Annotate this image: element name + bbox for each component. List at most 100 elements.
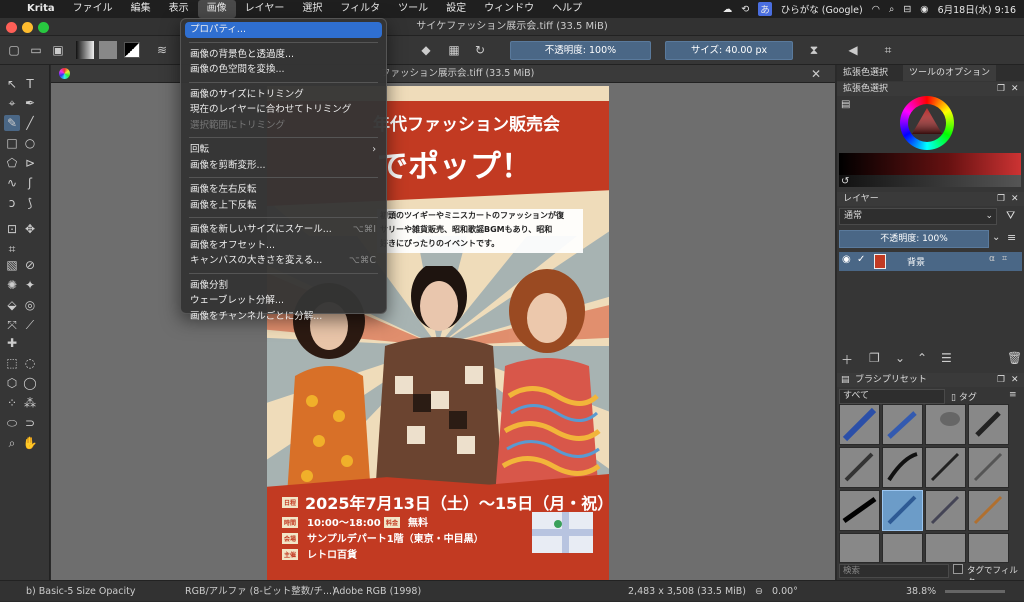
fg-bg-color-icon[interactable] <box>124 42 140 58</box>
gradient-selector[interactable] <box>76 41 94 59</box>
time-machine-icon[interactable]: ⟲ <box>741 4 749 15</box>
minimize-window-button[interactable] <box>22 22 33 33</box>
rectangle-tool-icon[interactable]: □ <box>4 135 20 151</box>
transform-tool-icon[interactable]: ⊡ <box>4 221 20 237</box>
open-folder-icon[interactable]: ▭ <box>28 42 44 58</box>
pattern-selector[interactable] <box>99 41 117 59</box>
brush-preset-1[interactable] <box>839 404 880 445</box>
close-window-button[interactable] <box>6 22 17 33</box>
calligraphy-icon[interactable]: ✒ <box>22 95 38 111</box>
brush-preset-10-selected[interactable] <box>882 490 923 531</box>
tag-filter-checkbox[interactable] <box>953 564 963 574</box>
image-menu-item[interactable]: ウェーブレット分解... <box>181 293 386 309</box>
ellipse-tool-icon[interactable]: ○ <box>22 135 38 151</box>
image-menu-item[interactable]: 回転 › <box>181 142 386 158</box>
move-up-icon[interactable]: ⌃ <box>917 351 927 365</box>
reference-image-icon[interactable]: ✚ <box>4 335 20 351</box>
alpha-lock-icon[interactable]: ▦ <box>446 42 462 58</box>
pan-tool-icon[interactable]: ✋ <box>22 435 38 451</box>
brush-preset-11[interactable] <box>925 490 966 531</box>
brush-preset-13[interactable] <box>839 533 880 563</box>
brush-tool-icon[interactable]: ✎ <box>4 115 20 131</box>
bezier-select-icon[interactable]: ⬭ <box>4 415 20 431</box>
dynamic-brush-icon[interactable]: ↄ <box>4 195 20 211</box>
gradient-tool-icon[interactable]: ▧ <box>4 257 20 273</box>
add-layer-icon[interactable]: ＋ <box>841 351 853 368</box>
float-docker-icon[interactable]: ❐ <box>997 82 1005 96</box>
image-menu-item[interactable]: 画像を上下反転 <box>181 198 386 214</box>
image-menu-item[interactable]: 画像をオフセット... <box>181 238 386 254</box>
menu-view[interactable]: 表示 <box>160 0 198 18</box>
menu-layer[interactable]: レイヤー <box>236 0 294 18</box>
menu-help[interactable]: ヘルプ <box>543 0 591 18</box>
image-menu-item[interactable]: 画像のサイズにトリミング <box>181 87 386 103</box>
creative-cloud-icon[interactable]: ☁ <box>723 4 733 15</box>
brush-preset-5[interactable] <box>839 447 880 488</box>
image-menu-item[interactable]: 画像を剪断変形... <box>181 158 386 174</box>
siri-icon[interactable]: ◉ <box>920 4 928 15</box>
freehand-path-icon[interactable]: ʃ <box>22 175 38 191</box>
tab-color-selector[interactable]: 拡張色選択 <box>843 65 888 81</box>
menu-krita[interactable]: Krita <box>18 0 64 18</box>
zoom-tool-icon[interactable]: ⌕ <box>4 435 20 451</box>
brush-preset-7[interactable] <box>925 447 966 488</box>
duplicate-layer-icon[interactable]: ❐ <box>869 351 880 365</box>
crop-tool-icon[interactable]: ⌗ <box>4 241 20 257</box>
brush-preset-12[interactable] <box>968 490 1009 531</box>
opacity-stepper-icon[interactable]: ⌄ <box>992 232 1000 243</box>
alpha-lock-layer-icon[interactable]: α <box>989 254 995 264</box>
image-menu-item[interactable]: 画像をチャンネルごとに分解... <box>181 309 386 325</box>
edit-shape-icon[interactable]: ⌖ <box>4 95 20 111</box>
color-settings-icon[interactable]: ▤ <box>841 99 850 110</box>
blend-mode-select[interactable]: 通常 ⌄ <box>839 208 997 225</box>
smart-patch-icon[interactable]: ✺ <box>4 277 20 293</box>
measure-tool-icon[interactable]: ⟋ <box>22 317 38 333</box>
polyline-tool-icon[interactable]: ⊳ <box>22 155 38 171</box>
image-menu-item[interactable]: キャンバスの大きさを変える... ⌥⌘C <box>181 253 386 269</box>
menu-file[interactable]: ファイル <box>64 0 122 18</box>
layer-menu-icon[interactable]: ≡ <box>1007 231 1016 244</box>
brush-preset-3[interactable] <box>925 404 966 445</box>
menu-select[interactable]: 選択 <box>293 0 331 18</box>
tab-tool-options[interactable]: ツールのオプション <box>903 65 997 81</box>
zoom-window-button[interactable] <box>38 22 49 33</box>
menu-image[interactable]: 画像 <box>197 0 236 18</box>
apple-icon[interactable] <box>0 0 18 18</box>
image-menu-item[interactable]: プロパティ... <box>185 22 382 38</box>
input-method-icon[interactable]: あ <box>758 2 772 16</box>
close-tab-icon[interactable]: ✕ <box>811 65 821 83</box>
magnetic-select-icon[interactable]: ⊃ <box>22 415 38 431</box>
close-docker-icon[interactable]: ✕ <box>1011 82 1019 96</box>
preset-filter-select[interactable]: すべて <box>839 389 945 404</box>
zoom-slider[interactable] <box>945 590 1005 593</box>
line-tool-icon[interactable]: ╱ <box>22 115 38 131</box>
brush-preset-9[interactable] <box>839 490 880 531</box>
eraser-icon[interactable]: ◆ <box>418 42 434 58</box>
rotation-icon[interactable]: ⊖ <box>755 581 763 602</box>
fill-tool-icon[interactable]: ⬙ <box>4 297 20 313</box>
input-method-label[interactable]: ひらがな (Google) <box>781 2 863 16</box>
brush-preset-6[interactable] <box>882 447 923 488</box>
preset-search-input[interactable]: 検索 <box>839 564 949 578</box>
select-shape-icon[interactable]: ↖ <box>4 76 20 92</box>
shade-slider[interactable] <box>839 175 1021 187</box>
colorize-mask-icon[interactable]: ✦ <box>22 277 38 293</box>
layer-row-background[interactable]: ◉ ✓ 背景 α ⌗ <box>839 252 1022 271</box>
move-tool-icon[interactable]: ✥ <box>22 221 38 237</box>
mirror-vertical-icon[interactable]: ◀ <box>845 42 861 58</box>
size-slider[interactable]: サイズ: 40.00 px <box>665 41 793 60</box>
preset-view-icon[interactable]: ≡ <box>1009 390 1017 400</box>
new-document-icon[interactable]: ▢ <box>6 42 22 58</box>
save-icon[interactable]: ▣ <box>50 42 66 58</box>
layer-filter-icon[interactable]: ⛛ <box>1006 209 1015 223</box>
image-menu-item[interactable]: 画像を左右反転 <box>181 182 386 198</box>
control-center-icon[interactable]: ⊟ <box>903 4 911 15</box>
brush-settings-icon[interactable]: ≋ <box>154 42 170 58</box>
brush-preset-16[interactable] <box>968 533 1009 563</box>
brush-preset-2[interactable] <box>882 404 923 445</box>
menu-filter[interactable]: フィルタ <box>331 0 389 18</box>
reload-preset-icon[interactable]: ↻ <box>472 42 488 58</box>
image-menu-item[interactable]: 画像の色空間を変換... <box>181 62 386 78</box>
opacity-slider[interactable]: 不透明度: 100% <box>510 41 651 60</box>
menu-edit[interactable]: 編集 <box>122 0 160 18</box>
